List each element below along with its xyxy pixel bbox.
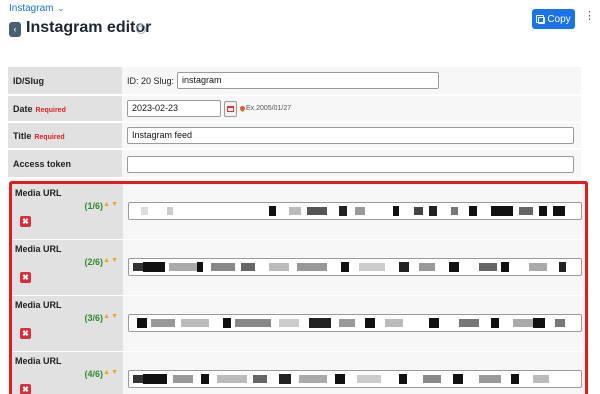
editor-form: ID/Slug ID: 20 Slug: instagram Date Requi…	[8, 67, 581, 179]
media-url-label: Media URL	[15, 356, 62, 366]
date-value: 2023-02-23 Ex.2005/01/27	[122, 96, 581, 121]
date-required-badge: Required	[35, 107, 66, 114]
media-url-value	[123, 296, 585, 351]
media-url-row: Media URL (1/6) ▲▼ ✖	[12, 184, 585, 240]
title-required-badge: Required	[34, 134, 65, 141]
reorder-arrows-icon[interactable]: ▲▼	[103, 369, 119, 376]
date-input[interactable]: 2023-02-23	[127, 100, 221, 117]
chevron-left-icon: ‹	[13, 24, 17, 34]
media-counter: (2/6)	[84, 257, 103, 267]
delete-button[interactable]: ✖	[20, 216, 31, 227]
date-example-text: Ex.2005/01/27	[246, 105, 292, 112]
reorder-arrows-icon[interactable]: ▲▼	[103, 313, 119, 320]
title-label-text: Title	[13, 131, 32, 141]
media-url-row: Media URL (2/6) ▲▼ ✖	[12, 240, 585, 296]
access-token-input[interactable]	[127, 156, 574, 173]
reorder-arrows-icon[interactable]: ▲▼	[103, 201, 119, 208]
breadcrumb[interactable]: Instagram ⌄	[9, 3, 64, 14]
date-row: Date Required 2023-02-23 Ex.2005/01/27	[8, 96, 581, 123]
media-url-label-cell: Media URL (3/6) ▲▼ ✖	[12, 296, 123, 351]
media-url-value	[123, 352, 585, 394]
back-button[interactable]: ‹	[9, 22, 21, 37]
title-input[interactable]: Instagram feed	[127, 127, 574, 144]
reorder-arrows-icon[interactable]: ▲▼	[103, 257, 119, 264]
title-value: Instagram feed	[122, 123, 581, 148]
media-url-input[interactable]	[128, 202, 582, 220]
pin-icon	[238, 104, 247, 113]
page-title: Instagram editor	[26, 19, 152, 36]
copy-icon	[536, 15, 546, 24]
delete-button[interactable]: ✖	[20, 384, 31, 394]
date-label-text: Date	[13, 104, 33, 114]
media-url-value	[123, 184, 585, 239]
access-token-label: Access token	[8, 150, 122, 177]
calendar-icon	[227, 105, 234, 112]
help-icon-glyph: ?	[139, 25, 143, 33]
title-row: Title Required Instagram feed	[8, 123, 581, 150]
media-counter: (1/6)	[84, 201, 103, 211]
media-url-label: Media URL	[15, 244, 62, 254]
copy-button-label: Copy	[547, 13, 571, 25]
media-url-row: Media URL (4/6) ▲▼ ✖	[12, 352, 585, 394]
media-url-input[interactable]	[128, 258, 582, 276]
media-counter: (4/6)	[84, 369, 103, 379]
media-url-input[interactable]	[128, 314, 582, 332]
chevron-down-icon[interactable]: ⌄	[57, 4, 64, 13]
id-slug-value: ID: 20 Slug: instagram	[122, 67, 581, 94]
media-url-section: Media URL (1/6) ▲▼ ✖ Media URL (2/6) ▲▼ …	[9, 181, 588, 394]
media-url-label-cell: Media URL (2/6) ▲▼ ✖	[12, 240, 123, 295]
copy-button[interactable]: Copy	[532, 9, 575, 29]
media-url-label: Media URL	[15, 188, 62, 198]
media-url-input[interactable]	[128, 370, 582, 388]
media-counter: (3/6)	[84, 313, 103, 323]
access-token-row: Access token	[8, 150, 581, 179]
date-label: Date Required	[8, 96, 122, 121]
title-label: Title Required	[8, 123, 122, 148]
media-url-label-cell: Media URL (4/6) ▲▼ ✖	[12, 352, 123, 394]
access-token-value	[122, 150, 581, 177]
date-example: Ex.2005/01/27	[238, 104, 292, 113]
delete-button[interactable]: ✖	[20, 272, 31, 283]
calendar-button[interactable]	[224, 100, 237, 117]
id-slug-row: ID/Slug ID: 20 Slug: instagram	[8, 67, 581, 96]
id-slug-label: ID/Slug	[8, 67, 122, 94]
media-url-label-cell: Media URL (1/6) ▲▼ ✖	[12, 184, 123, 239]
more-options-icon[interactable]: ⋮	[584, 11, 595, 22]
delete-button[interactable]: ✖	[20, 328, 31, 339]
slug-input[interactable]: instagram	[177, 72, 440, 89]
media-url-label: Media URL	[15, 300, 62, 310]
media-url-value	[123, 240, 585, 295]
breadcrumb-label[interactable]: Instagram	[9, 3, 53, 14]
id-text: ID: 20 Slug:	[127, 75, 175, 86]
media-url-row: Media URL (3/6) ▲▼ ✖	[12, 296, 585, 352]
help-icon[interactable]: ?	[136, 24, 146, 34]
